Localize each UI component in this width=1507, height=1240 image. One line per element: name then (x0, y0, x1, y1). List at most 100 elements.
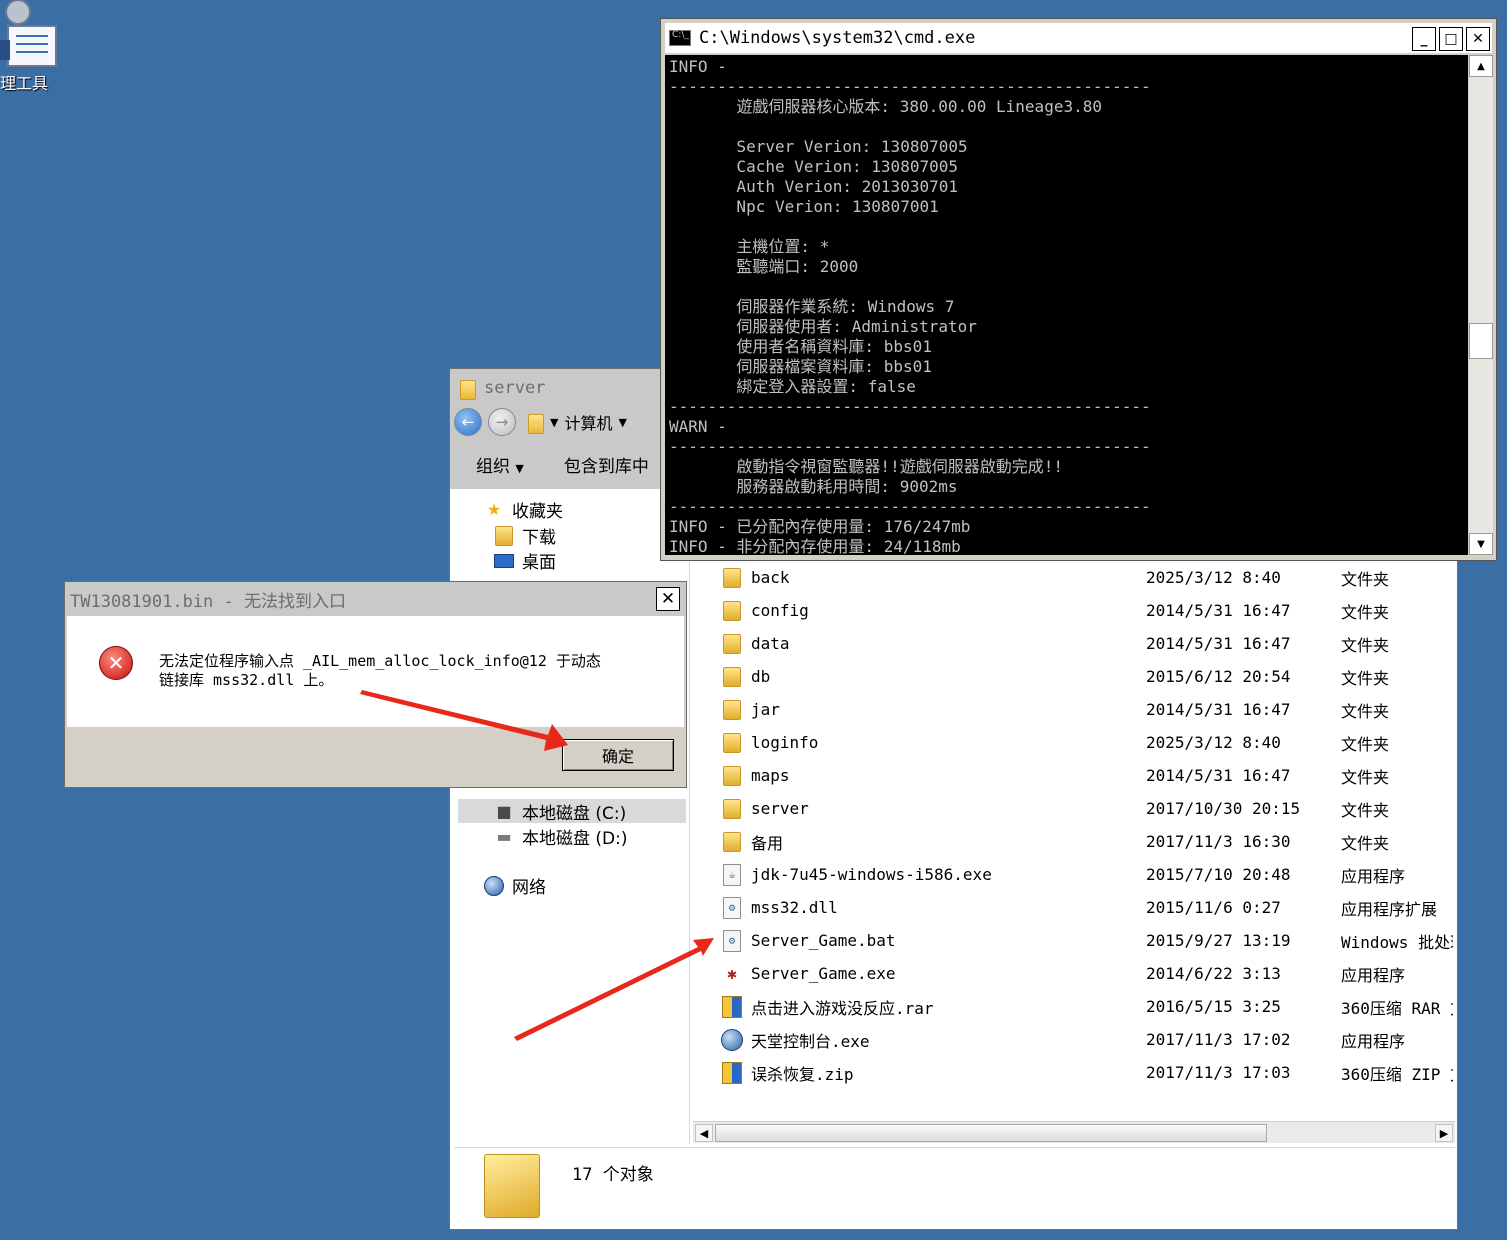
file-name: maps (751, 766, 790, 785)
file-row[interactable]: ⚙ Server_Game.bat 2015/9/27 13:19 Windows 批… (693, 924, 1455, 957)
file-row[interactable]: 天堂控制台.exe 2017/11/3 17:02 应用程序 (693, 1023, 1455, 1056)
address-bar: ← → ▼ 计算机 ▼ (454, 405, 664, 439)
game-exe-icon: ✱ (727, 964, 737, 983)
dialog-title: TW13081901.bin - 无法找到入口 (70, 591, 346, 612)
file-date: 2014/6/22 3:13 (1146, 964, 1281, 983)
nav-favorites[interactable]: ★ 收藏夹 (484, 497, 563, 522)
chevron-down-icon[interactable]: ▼ (550, 416, 558, 429)
file-row[interactable]: db 2015/6/12 20:54 文件夹 (693, 660, 1455, 693)
error-message-line-1: 无法定位程序输入点 _AIL_mem_alloc_lock_info@12 于动… (159, 652, 601, 670)
chevron-down-icon[interactable]: ▼ (618, 416, 626, 429)
folder-icon (721, 566, 743, 590)
folder-icon (721, 599, 743, 623)
minimize-button[interactable]: _ (1412, 27, 1436, 51)
cmd-title-bar[interactable]: C:\_ C:\Windows\system32\cmd.exe _ □ ✕ (665, 23, 1492, 53)
close-button[interactable]: ✕ (656, 587, 680, 611)
scroll-thumb[interactable] (715, 1124, 1267, 1142)
file-row[interactable]: jar 2014/5/31 16:47 文件夹 (693, 693, 1455, 726)
console-line: 遊戲伺服器核心版本: 380.00.00 Lineage3.80 (669, 97, 1102, 116)
file-row[interactable]: config 2014/5/31 16:47 文件夹 (693, 594, 1455, 627)
file-date: 2015/6/12 20:54 (1146, 667, 1291, 686)
nav-label: 本地磁盘 (D:) (522, 829, 628, 849)
nav-desktop[interactable]: 桌面 (494, 548, 556, 573)
file-row[interactable]: ✱ Server_Game.exe 2014/6/22 3:13 应用程序 (693, 957, 1455, 990)
file-type: 360压缩 RAR 文件 (1341, 998, 1453, 1018)
file-type: 文件夹 (1341, 800, 1390, 820)
file-name: 备用 (751, 833, 784, 853)
zip-archive-icon (721, 1061, 743, 1085)
console-line: ----------------------------------------… (669, 437, 1151, 456)
console-line: Server Verion: 130807005 (669, 137, 968, 156)
file-type: 文件夹 (1341, 668, 1390, 688)
cmd-window: C:\_ C:\Windows\system32\cmd.exe _ □ ✕ I… (660, 18, 1497, 561)
back-button[interactable]: ← (454, 408, 482, 436)
network-globe-icon (484, 875, 504, 896)
explorer-title: server (484, 378, 546, 398)
file-row[interactable]: back 2025/3/12 8:40 文件夹 (693, 561, 1455, 594)
console-line: 伺服器使用者: Administrator (669, 317, 977, 336)
ok-button[interactable]: 确定 (562, 739, 674, 771)
file-row[interactable]: maps 2014/5/31 16:47 文件夹 (693, 759, 1455, 792)
nav-downloads[interactable]: 下载 (494, 523, 556, 548)
console-line: 伺服器作業系統: Windows 7 (669, 297, 955, 316)
file-date: 2014/5/31 16:47 (1146, 700, 1291, 719)
file-row[interactable]: ☕ jdk-7u45-windows-i586.exe 2015/7/10 20:4… (693, 858, 1455, 891)
file-row[interactable]: server 2017/10/30 20:15 文件夹 (693, 792, 1455, 825)
scroll-thumb[interactable] (1469, 323, 1493, 359)
maximize-button[interactable]: □ (1439, 27, 1463, 51)
file-date: 2017/11/3 16:30 (1146, 832, 1291, 851)
console-output[interactable]: INFO - ----------------------------------… (665, 55, 1468, 555)
horizontal-scrollbar[interactable]: ◀ ▶ (693, 1121, 1455, 1143)
folder-icon (484, 1154, 540, 1218)
scroll-right-arrow-icon[interactable]: ▶ (1435, 1124, 1453, 1142)
file-name: db (751, 667, 771, 686)
organize-button[interactable]: 组织 ▼ (476, 452, 524, 477)
dialog-title-bar[interactable]: TW13081901.bin - 无法找到入口 ✕ (65, 582, 686, 616)
file-date: 2015/9/27 13:19 (1146, 931, 1291, 950)
console-line: WARN - (669, 417, 727, 436)
console-line: INFO - (669, 57, 727, 76)
file-name: config (751, 601, 809, 620)
address-text: 计算机 (564, 414, 613, 433)
file-row[interactable]: ⚙ mss32.dll 2015/11/6 0:27 应用程序扩展 (693, 891, 1455, 924)
nav-drive-c[interactable]: ■ 本地磁盘 (C:) (458, 799, 686, 824)
vertical-scrollbar[interactable]: ▲ ▼ (1469, 55, 1493, 555)
console-line: ----------------------------------------… (669, 77, 1151, 96)
folder-icon (721, 632, 743, 656)
nav-label: 下载 (522, 528, 556, 548)
console-line: 使用者名稱資料庫: bbs01 (669, 337, 932, 356)
explorer-toolbar: 组织 ▼ 包含到库中 (454, 447, 649, 481)
include-library-button[interactable]: 包含到库中 (564, 452, 649, 477)
file-type: 应用程序 (1341, 866, 1406, 886)
nav-drive-d[interactable]: ▬ 本地磁盘 (D:) (494, 824, 628, 849)
scroll-left-arrow-icon[interactable]: ◀ (695, 1124, 713, 1142)
scroll-down-arrow-icon[interactable]: ▼ (1469, 533, 1493, 555)
file-name: server (751, 799, 809, 818)
file-type: 文件夹 (1341, 734, 1390, 754)
file-name: 误杀恢复.zip (751, 1064, 854, 1084)
file-date: 2015/11/6 0:27 (1146, 898, 1281, 917)
file-row[interactable]: 备用 2017/11/3 16:30 文件夹 (693, 825, 1455, 858)
file-name: 点击进入游戏没反应.rar (751, 998, 934, 1018)
cmd-title: C:\Windows\system32\cmd.exe (699, 28, 976, 48)
file-row[interactable]: 误杀恢复.zip 2017/11/3 17:03 360压缩 ZIP 文件 (693, 1056, 1455, 1089)
forward-button[interactable]: → (488, 408, 516, 436)
file-row[interactable]: data 2014/5/31 16:47 文件夹 (693, 627, 1455, 660)
file-date: 2014/5/31 16:47 (1146, 634, 1291, 653)
file-type: 360压缩 ZIP 文件 (1341, 1064, 1453, 1084)
file-name: 天堂控制台.exe (751, 1031, 870, 1051)
desktop-icon (494, 551, 514, 571)
admin-tools-desktop-icon[interactable]: 理工具 (0, 0, 62, 93)
file-row[interactable]: 点击进入游戏没反应.rar 2016/5/15 3:25 360压缩 RAR 文件 (693, 990, 1455, 1023)
scroll-up-arrow-icon[interactable]: ▲ (1469, 55, 1493, 77)
explorer-title-bar[interactable]: server (458, 375, 545, 401)
folder-icon (721, 698, 743, 722)
file-row[interactable]: loginfo 2025/3/12 8:40 文件夹 (693, 726, 1455, 759)
error-icon: ✕ (99, 646, 133, 680)
close-button[interactable]: ✕ (1466, 27, 1490, 51)
address-field[interactable]: ▼ 计算机 ▼ (526, 409, 627, 435)
file-list: back 2025/3/12 8:40 文件夹 config 2014/5/31 16:… (693, 561, 1455, 1121)
file-date: 2025/3/12 8:40 (1146, 568, 1281, 587)
nav-network[interactable]: 网络 (484, 873, 546, 898)
nav-label: 收藏夹 (512, 502, 563, 522)
